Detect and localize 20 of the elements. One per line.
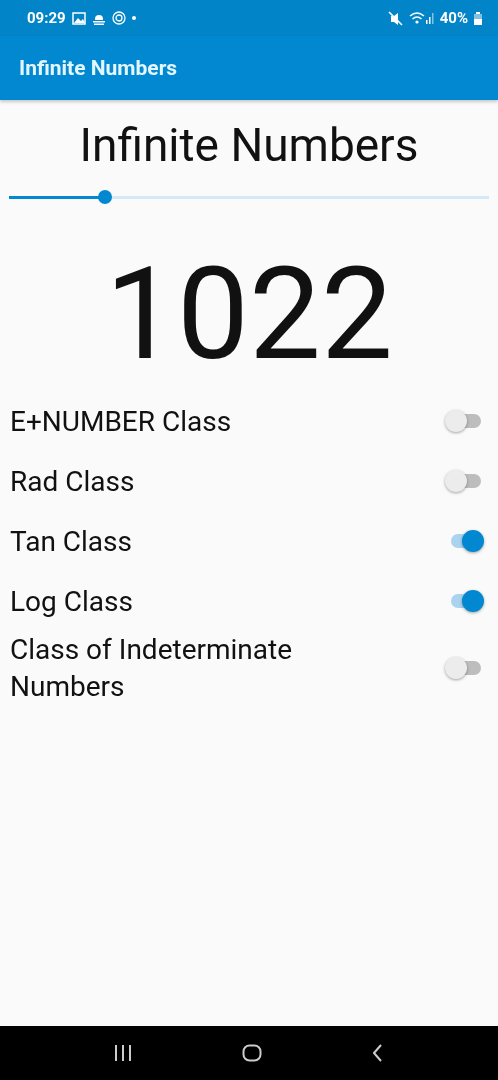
- battery-icon: [474, 11, 482, 25]
- status-time: 09:29: [27, 9, 66, 27]
- option-label: Log Class: [10, 583, 134, 620]
- option-label: Tan Class: [10, 523, 133, 560]
- option-label: Rad Class: [10, 463, 136, 500]
- image-icon: [71, 11, 86, 25]
- signal-icon: [408, 11, 434, 25]
- recent-apps-icon: [115, 1045, 132, 1061]
- page-heading: Infinite Numbers: [78, 117, 420, 173]
- number-display: 1022: [105, 239, 393, 389]
- option-label: Class of Indeterminate Numbers: [10, 632, 294, 705]
- mute-icon: [387, 10, 403, 26]
- battery-level: 40%: [439, 9, 468, 27]
- home-icon: [242, 1044, 262, 1062]
- circle-icon: [111, 11, 126, 25]
- dot-icon: [131, 16, 136, 20]
- app-bar-title: Infinite Numbers: [19, 56, 178, 80]
- option-label: E+NUMBER Class: [10, 403, 233, 440]
- slider-thumb[interactable]: [98, 190, 112, 204]
- back-icon: [372, 1044, 383, 1062]
